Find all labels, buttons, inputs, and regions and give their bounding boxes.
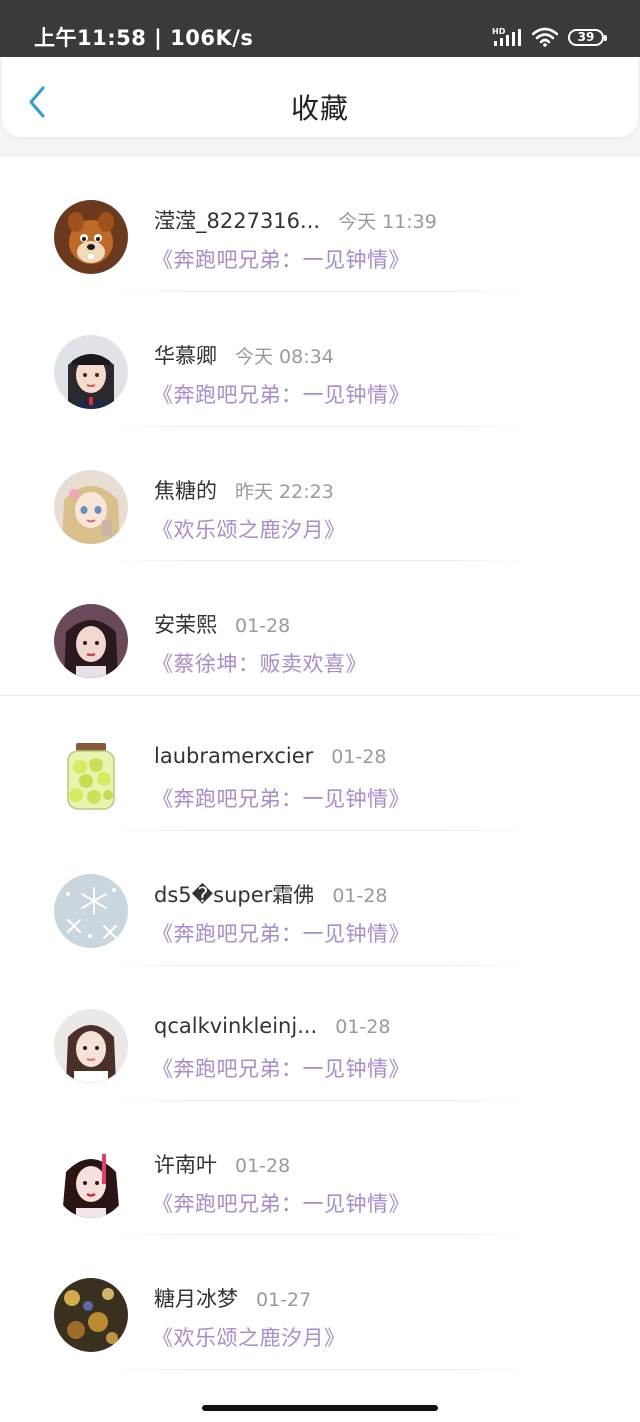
avatar[interactable] bbox=[54, 1008, 128, 1083]
avatar[interactable] bbox=[54, 739, 128, 814]
name-line: 焦糖的 昨天 22:23 bbox=[154, 475, 334, 505]
girl-portrait-avatar-icon bbox=[54, 604, 128, 679]
wifi-icon bbox=[532, 27, 558, 47]
user-name: 许南叶 bbox=[154, 1152, 217, 1177]
work-title-link[interactable]: 《奔跑吧兄弟：一见钟情》 bbox=[152, 1188, 410, 1218]
snowflake-avatar-icon bbox=[54, 873, 128, 948]
name-line: 滢滢_8227316... 今天 11:39 bbox=[154, 205, 437, 235]
list-item[interactable]: 糖月冰梦 01-27 《欢乐颂之鹿汐月》 bbox=[0, 1235, 640, 1371]
user-name: 安茉熙 bbox=[154, 613, 217, 638]
user-name: 焦糖的 bbox=[154, 478, 217, 503]
user-name: qcalkvinkleinj... bbox=[154, 1013, 318, 1038]
list-item[interactable]: 华慕卿 今天 08:34 《奔跑吧兄弟：一见钟情》 bbox=[0, 292, 640, 427]
work-title-link[interactable]: 《奔跑吧兄弟：一见钟情》 bbox=[152, 918, 410, 948]
timestamp: 01-28 bbox=[235, 615, 291, 638]
battery-icon: 39 bbox=[568, 28, 607, 46]
header: 收藏 bbox=[2, 57, 638, 137]
work-title-link[interactable]: 《欢乐颂之鹿汐月》 bbox=[152, 1322, 346, 1352]
timestamp: 01-28 bbox=[335, 1015, 391, 1038]
name-line: laubramerxcier 01-28 bbox=[154, 744, 387, 768]
avatar[interactable] bbox=[54, 1278, 128, 1353]
timestamp: 01-28 bbox=[331, 746, 387, 769]
work-title-link[interactable]: 《奔跑吧兄弟：一见钟情》 bbox=[152, 1053, 410, 1083]
battery-level: 39 bbox=[577, 30, 595, 44]
status-bar: 上午11:58 | 106K/s HD 39 bbox=[0, 0, 640, 57]
timestamp: 01-28 bbox=[332, 884, 388, 907]
page-title: 收藏 bbox=[290, 92, 349, 125]
name-line: ds5�super霜佛 01-28 bbox=[154, 879, 388, 909]
avatar[interactable] bbox=[54, 469, 128, 544]
lemon-jar-avatar-icon bbox=[54, 739, 128, 814]
list-item[interactable]: 安茉熙 01-28 《蔡徐坤：贩卖欢喜》 bbox=[0, 561, 640, 697]
signal-hd-label: HD bbox=[492, 27, 506, 36]
anime-girl-cap-avatar-icon bbox=[54, 334, 128, 409]
list-item[interactable]: 滢滢_8227316... 今天 11:39 《奔跑吧兄弟：一见钟情》 bbox=[0, 157, 640, 292]
home-indicator[interactable] bbox=[202, 1405, 438, 1411]
divider bbox=[110, 1369, 530, 1371]
status-icons: HD 39 bbox=[492, 25, 607, 49]
girl-white-avatar-icon bbox=[54, 1008, 128, 1083]
timestamp: 01-27 bbox=[256, 1289, 312, 1312]
work-title-link[interactable]: 《奔跑吧兄弟：一见钟情》 bbox=[152, 244, 410, 274]
avatar[interactable] bbox=[54, 334, 128, 409]
list-item[interactable]: laubramerxcier 01-28 《奔跑吧兄弟：一见钟情》 bbox=[0, 696, 640, 831]
avatar[interactable] bbox=[54, 200, 128, 274]
timestamp: 今天 11:39 bbox=[338, 211, 437, 233]
work-title-link[interactable]: 《奔跑吧兄弟：一见钟情》 bbox=[152, 783, 410, 813]
name-line: 糖月冰梦 01-27 bbox=[154, 1283, 311, 1313]
status-time: 上午11:58 | 106K/s bbox=[34, 26, 254, 50]
favorites-list: 滢滢_8227316... 今天 11:39 《奔跑吧兄弟：一见钟情》 华慕卿 … bbox=[0, 157, 640, 1371]
work-title-link[interactable]: 《蔡徐坤：贩卖欢喜》 bbox=[152, 648, 367, 678]
name-line: 安茉熙 01-28 bbox=[154, 609, 290, 639]
list-item[interactable]: 许南叶 01-28 《奔跑吧兄弟：一见钟情》 bbox=[0, 1101, 640, 1236]
name-line: 许南叶 01-28 bbox=[154, 1149, 290, 1179]
user-name: 糖月冰梦 bbox=[154, 1287, 238, 1312]
avatar[interactable] bbox=[54, 873, 128, 948]
night-lights-avatar-icon bbox=[54, 1278, 128, 1353]
avatar[interactable] bbox=[54, 1143, 128, 1218]
list-item[interactable]: ds5�super霜佛 01-28 《奔跑吧兄弟：一见钟情》 bbox=[0, 831, 640, 966]
timestamp: 昨天 22:23 bbox=[235, 480, 334, 503]
avatar[interactable] bbox=[54, 604, 128, 679]
user-name: ds5�super霜佛 bbox=[154, 882, 315, 907]
user-name: laubramerxcier bbox=[154, 744, 314, 769]
doll-girl-avatar-icon bbox=[54, 469, 128, 544]
name-line: 华慕卿 今天 08:34 bbox=[154, 340, 334, 370]
signal-icon: HD bbox=[492, 27, 521, 46]
girl-red-hair-avatar-icon bbox=[54, 1143, 128, 1218]
timestamp: 01-28 bbox=[235, 1154, 291, 1177]
timestamp: 今天 08:34 bbox=[235, 345, 334, 368]
chipmunk-avatar-icon bbox=[54, 200, 128, 274]
user-name: 华慕卿 bbox=[154, 343, 217, 368]
list-item[interactable]: qcalkvinkleinj... 01-28 《奔跑吧兄弟：一见钟情》 bbox=[0, 966, 640, 1101]
list-item[interactable]: 焦糖的 昨天 22:23 《欢乐颂之鹿汐月》 bbox=[0, 427, 640, 562]
work-title-link[interactable]: 《欢乐颂之鹿汐月》 bbox=[152, 514, 346, 544]
work-title-link[interactable]: 《奔跑吧兄弟：一见钟情》 bbox=[152, 379, 410, 409]
user-name: 滢滢_8227316... bbox=[154, 209, 321, 233]
name-line: qcalkvinkleinj... 01-28 bbox=[154, 1014, 390, 1038]
